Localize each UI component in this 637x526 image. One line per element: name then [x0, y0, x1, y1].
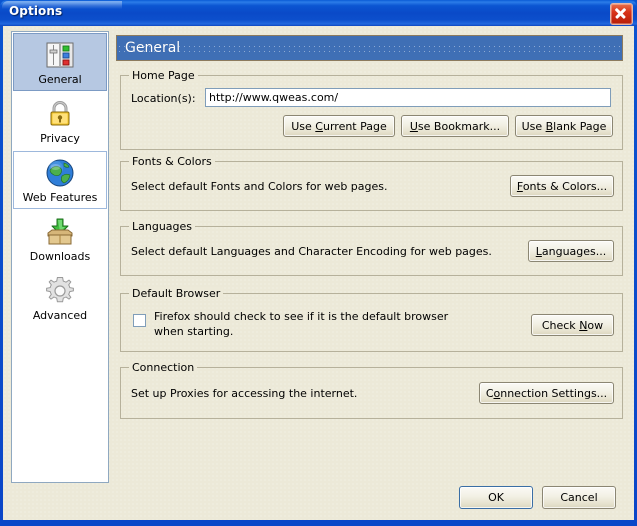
- ok-button[interactable]: OK: [459, 486, 533, 509]
- sidebar-item-web-features[interactable]: Web Features: [13, 151, 107, 209]
- category-sidebar: General Privacy Web Features Downloads A…: [11, 31, 109, 483]
- pane-header-banner: General: [116, 35, 623, 61]
- default-browser-checkbox[interactable]: [133, 314, 146, 327]
- connection-settings-button[interactable]: Connection Settings...: [479, 382, 614, 404]
- page-title: General: [125, 40, 181, 56]
- sidebar-item-label: Web Features: [22, 191, 98, 204]
- download-box-icon: [47, 218, 73, 245]
- sidebar-item-label: Advanced: [32, 309, 88, 322]
- group-default-browser: Default Browser Firefox should check to …: [120, 287, 623, 352]
- sidebar-item-privacy[interactable]: Privacy: [13, 92, 107, 150]
- group-connection: Connection Set up Proxies for accessing …: [120, 361, 623, 419]
- gear-icon: [46, 277, 74, 303]
- sidebar-item-label: Downloads: [29, 250, 91, 263]
- use-current-page-button[interactable]: Use Current Page: [283, 115, 395, 137]
- connection-description: Set up Proxies for accessing the interne…: [131, 387, 358, 400]
- pane-header-pattern: [117, 44, 622, 56]
- title-bar[interactable]: Options: [0, 0, 637, 26]
- ok-button-label: OK: [488, 491, 504, 504]
- languages-button[interactable]: Languages...: [528, 240, 614, 262]
- settings-pane: General Home Page Location(s): Use Curre…: [116, 31, 626, 483]
- sidebar-item-advanced[interactable]: Advanced: [13, 269, 107, 327]
- options-dialog-window: Options General Privacy Web Features Dow…: [0, 0, 637, 526]
- fonts-and-colors-button[interactable]: Fonts & Colors...: [510, 175, 614, 197]
- default-browser-checkbox-label: Firefox should check to see if it is the…: [154, 310, 449, 338]
- sidebar-item-general[interactable]: General: [13, 33, 107, 91]
- window-title: Options: [9, 4, 63, 18]
- group-fonts-colors: Fonts & Colors Select default Fonts and …: [120, 155, 623, 211]
- padlock-icon: [50, 101, 70, 126]
- group-home-page: Home Page Location(s): Use Current Page …: [120, 69, 623, 150]
- sidebar-item-label: General: [38, 73, 82, 86]
- sliders-icon: [46, 42, 74, 68]
- sidebar-item-downloads[interactable]: Downloads: [13, 210, 107, 268]
- globe-icon: [46, 159, 74, 187]
- dialog-client-area: General Privacy Web Features Downloads A…: [3, 26, 634, 520]
- cancel-button-label: Cancel: [560, 491, 598, 504]
- check-now-button[interactable]: Check Now: [531, 314, 614, 336]
- location-label: Location(s):: [131, 92, 196, 105]
- languages-description: Select default Languages and Character E…: [131, 245, 492, 258]
- sidebar-item-label: Privacy: [40, 132, 80, 145]
- cancel-button[interactable]: Cancel: [542, 486, 616, 509]
- close-icon[interactable]: [610, 3, 633, 25]
- group-languages: Languages Select default Languages and C…: [120, 220, 623, 276]
- home-page-location-input[interactable]: [205, 88, 611, 107]
- fonts-colors-description: Select default Fonts and Colors for web …: [131, 180, 388, 193]
- use-blank-page-button[interactable]: Use Blank Page: [515, 115, 613, 137]
- use-bookmark-button[interactable]: Use Bookmark...: [401, 115, 509, 137]
